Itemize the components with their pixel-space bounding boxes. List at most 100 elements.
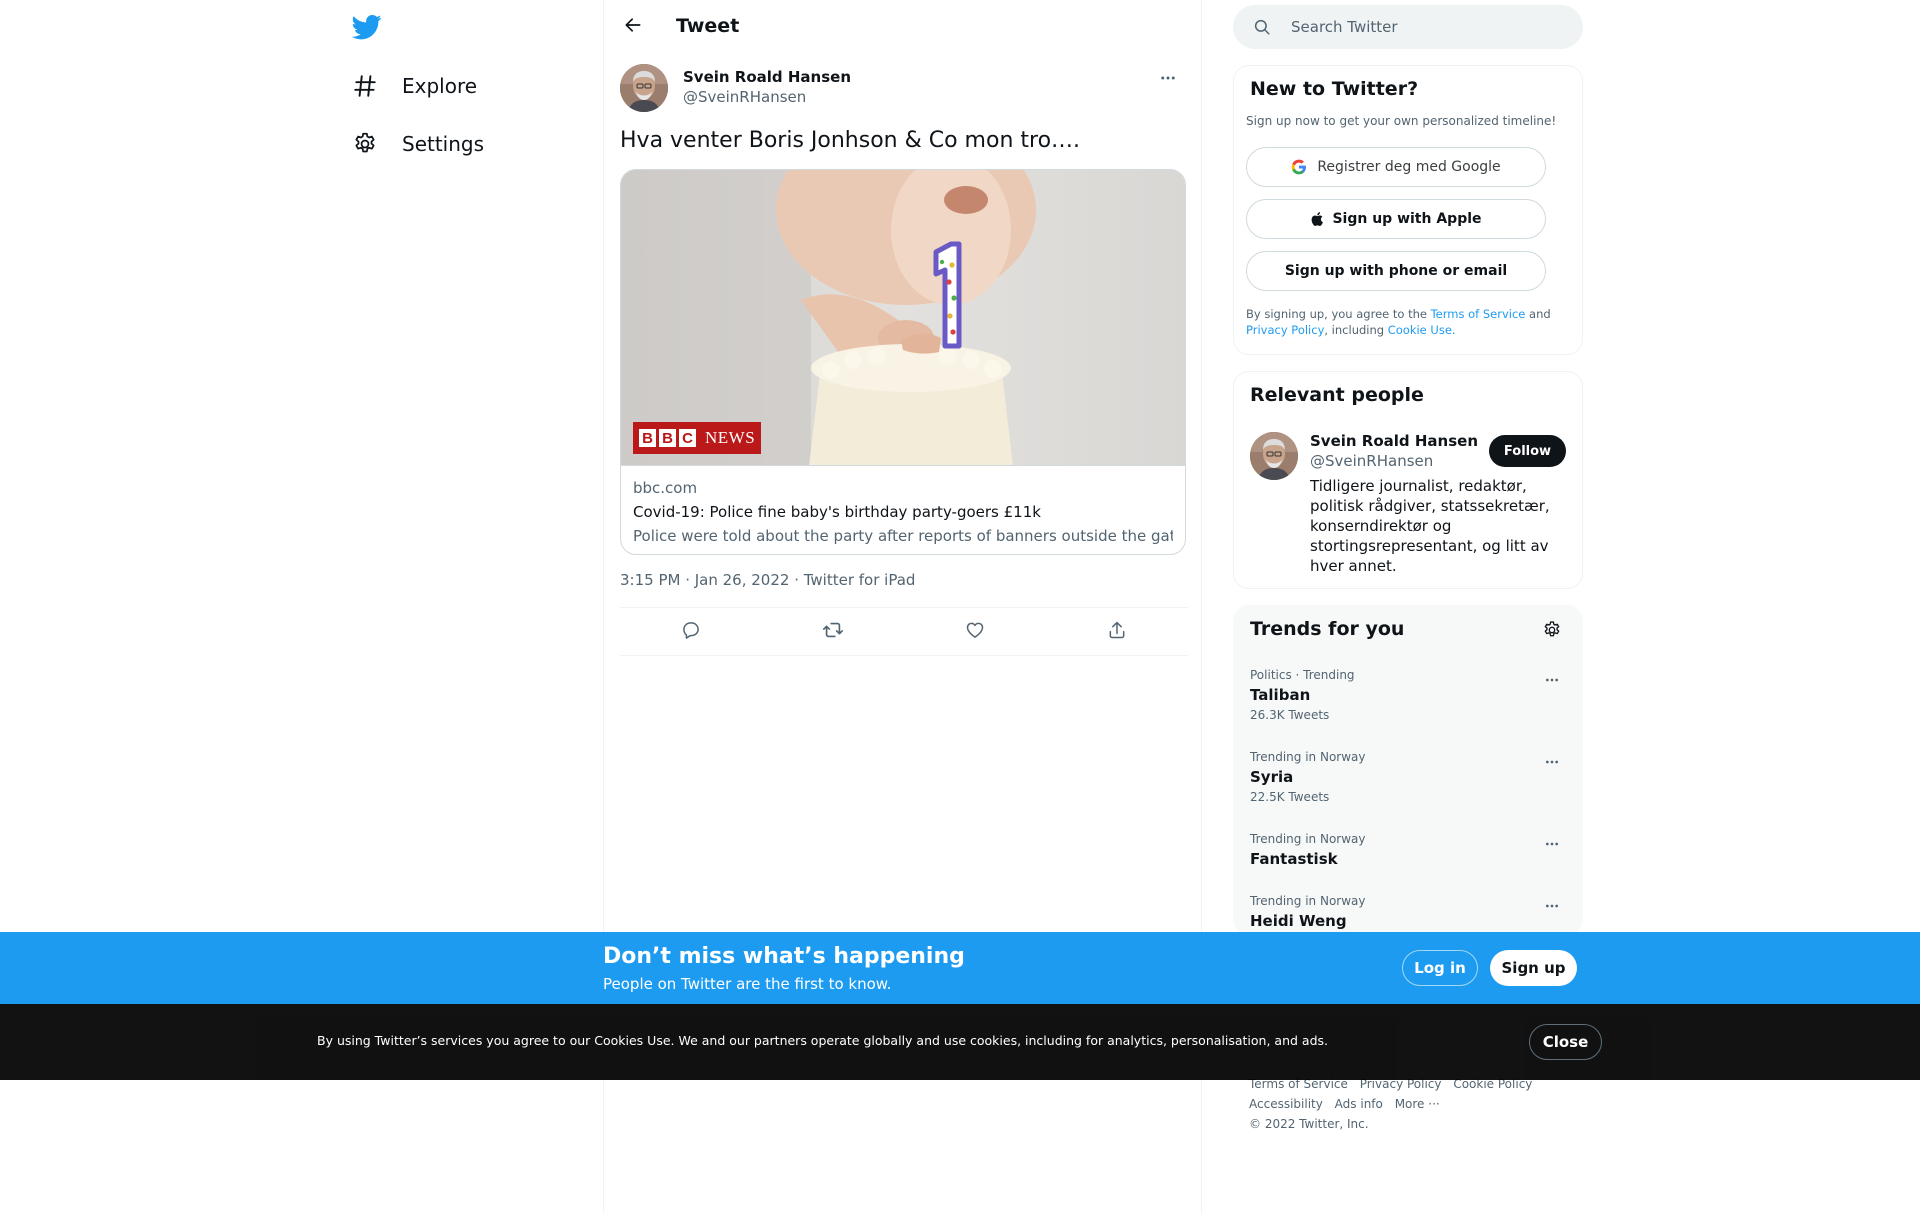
relevant-people-panel: Relevant people Svein Roald Hansen @Svei… [1233, 371, 1583, 589]
signup-banner: Don’t miss what’s happening People on Tw… [0, 932, 1920, 1004]
footer-accessibility-link[interactable]: Accessibility [1249, 1097, 1323, 1111]
trends-title: Trends for you [1250, 618, 1405, 640]
more-horizontal-icon [1159, 69, 1177, 91]
apple-signup-button[interactable]: Sign up with Apple [1246, 199, 1546, 239]
nav-explore-label: Explore [402, 74, 478, 98]
signup-banner-title: Don’t miss what’s happening [603, 944, 965, 969]
retweet-icon [822, 619, 844, 645]
like-button[interactable] [957, 614, 993, 650]
footer-copyright: © 2022 Twitter, Inc. [1249, 1117, 1369, 1131]
trends-settings-button[interactable] [1540, 620, 1564, 644]
trend-context: Trending in Norway [1250, 832, 1366, 846]
login-button[interactable]: Log in [1402, 950, 1478, 986]
relevant-person-name[interactable]: Svein Roald Hansen [1310, 432, 1478, 450]
bbc-news-text: NEWS [705, 428, 756, 447]
footer-ads-link[interactable]: Ads info [1335, 1097, 1383, 1111]
card-description: Police were told about the party after r… [633, 527, 1173, 545]
search-icon [1253, 17, 1273, 37]
google-signup-label: Registrer deg med Google [1317, 159, 1501, 175]
search-input[interactable] [1291, 18, 1571, 36]
trend-more-button[interactable] [1540, 670, 1564, 694]
trend-count: 22.5K Tweets [1250, 790, 1330, 804]
cookie-banner-text: By using Twitter’s services you agree to… [317, 1033, 1328, 1048]
avatar[interactable] [620, 64, 668, 112]
nav-settings-label: Settings [402, 132, 485, 156]
signup-legal-text: By signing up, you agree to the Terms of… [1246, 306, 1566, 338]
bbc-news-logo: B B C NEWS [633, 422, 762, 454]
cookie-use-link[interactable]: Cookie Use. [1388, 323, 1456, 337]
trend-more-button[interactable] [1540, 834, 1564, 858]
bbc-letter-c: C [679, 429, 696, 447]
trend-name: Fantastisk [1250, 850, 1338, 868]
reply-icon [681, 620, 701, 644]
footer-more-link[interactable]: More ··· [1395, 1097, 1440, 1111]
gear-icon [1542, 620, 1562, 644]
link-card[interactable]: B B C NEWS bbc.com Covid-19: Police fine… [620, 169, 1186, 555]
share-button[interactable] [1099, 614, 1135, 650]
twitter-logo-icon[interactable] [351, 12, 382, 42]
author-name[interactable]: Svein Roald Hansen [683, 68, 851, 86]
relevant-people-title: Relevant people [1250, 384, 1424, 406]
new-to-twitter-title: New to Twitter? [1250, 78, 1419, 100]
tweet-timestamp[interactable]: 3:15 PM · Jan 26, 2022 · Twitter for iPa… [620, 571, 915, 589]
nav-settings[interactable]: Settings [348, 124, 484, 164]
phone-email-signup-button[interactable]: Sign up with phone or email [1246, 251, 1546, 291]
trend-more-button[interactable] [1540, 896, 1564, 920]
tweet-text: Hva venter Boris Jonhson & Co mon tro…. [620, 128, 1081, 153]
page-title: Tweet [676, 15, 740, 37]
apple-signup-label: Sign up with Apple [1332, 211, 1482, 227]
footer-links: Terms of Service Privacy Policy Cookie P… [1249, 1074, 1569, 1134]
back-button[interactable] [618, 12, 648, 42]
cookie-close-button[interactable]: Close [1529, 1024, 1602, 1060]
apple-icon [1310, 211, 1326, 227]
card-title: Covid-19: Police fine baby's birthday pa… [633, 503, 1041, 521]
new-to-twitter-subtitle: Sign up now to get your own personalized… [1246, 114, 1557, 128]
more-horizontal-icon [1544, 898, 1560, 918]
hashtag-icon [348, 69, 382, 103]
privacy-link[interactable]: Privacy Policy [1246, 323, 1324, 337]
legal-prefix: By signing up, you agree to the [1246, 307, 1431, 321]
arrow-left-icon [623, 15, 643, 39]
card-domain: bbc.com [633, 479, 698, 497]
legal-and: and [1525, 307, 1551, 321]
phone-email-signup-label: Sign up with phone or email [1284, 263, 1508, 279]
follow-button[interactable]: Follow [1489, 435, 1566, 467]
gear-icon [348, 127, 382, 161]
cookie-banner: By using Twitter’s services you agree to… [0, 1004, 1920, 1080]
trend-name: Heidi Weng [1250, 912, 1347, 930]
tweet-more-button[interactable] [1156, 68, 1180, 92]
legal-including: , including [1324, 323, 1388, 337]
search-box[interactable] [1233, 5, 1583, 49]
signup-button[interactable]: Sign up [1490, 950, 1577, 986]
new-to-twitter-panel: New to Twitter? Sign up now to get your … [1233, 65, 1583, 355]
terms-link[interactable]: Terms of Service [1431, 307, 1526, 321]
card-image: B B C NEWS [621, 170, 1185, 466]
google-signup-button[interactable]: Registrer deg med Google [1246, 147, 1546, 187]
tweet-author: Svein Roald Hansen @SveinRHansen [620, 64, 1188, 114]
tweet-actions [620, 607, 1188, 656]
retweet-button[interactable] [815, 614, 851, 650]
trend-context: Politics · Trending [1250, 668, 1355, 682]
relevant-person-handle[interactable]: @SveinRHansen [1310, 452, 1433, 470]
trend-name: Taliban [1250, 686, 1311, 704]
reply-button[interactable] [673, 614, 709, 650]
trend-count: 26.3K Tweets [1250, 708, 1330, 722]
more-horizontal-icon [1544, 754, 1560, 774]
more-horizontal-icon [1544, 836, 1560, 856]
relevant-person-bio: Tidligere journalist, redaktør, politisk… [1310, 477, 1550, 575]
heart-icon [965, 620, 985, 644]
page-header: Tweet [604, 0, 1202, 53]
card-meta: bbc.com Covid-19: Police fine baby's bir… [633, 479, 1173, 545]
author-handle[interactable]: @SveinRHansen [683, 88, 806, 106]
bbc-letter-b1: B [639, 429, 656, 447]
bbc-letter-b2: B [659, 429, 676, 447]
trend-more-button[interactable] [1540, 752, 1564, 776]
avatar[interactable] [1250, 432, 1298, 480]
more-horizontal-icon [1544, 672, 1560, 692]
trends-panel: Trends for you Politics · Trending Talib… [1233, 605, 1583, 935]
trend-context: Trending in Norway [1250, 894, 1366, 908]
nav-explore[interactable]: Explore [348, 66, 477, 106]
google-icon [1291, 159, 1307, 175]
signup-banner-subtitle: People on Twitter are the first to know. [603, 975, 892, 993]
trend-name: Syria [1250, 768, 1294, 786]
